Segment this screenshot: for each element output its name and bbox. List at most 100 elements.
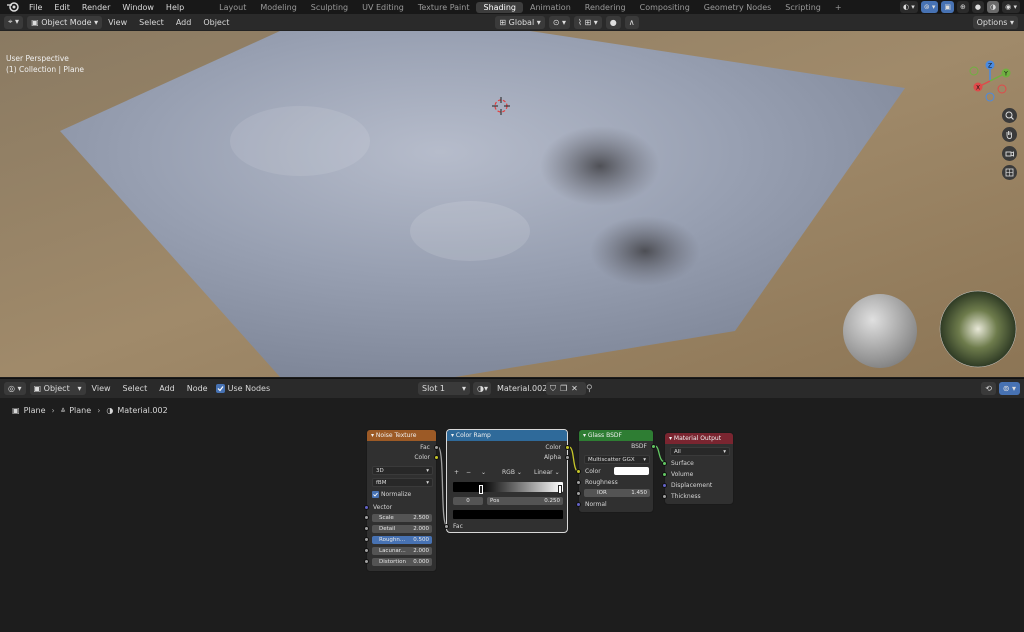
node-editor-canvas[interactable]: ▣ Plane › ⩓ Plane › ◑ Material.002 ▾ Noi… <box>0 398 1024 632</box>
stop-color-swatch[interactable] <box>453 510 563 519</box>
input-socket[interactable] <box>364 515 369 520</box>
input-socket[interactable] <box>662 461 667 466</box>
workspace-tab[interactable]: Geometry Nodes <box>697 2 778 13</box>
input-socket[interactable] <box>444 524 449 529</box>
blender-logo-icon[interactable] <box>6 1 20 13</box>
noise-field-scale[interactable]: Scale 2.500 <box>372 514 432 522</box>
mode-dropdown[interactable]: ▣ Object Mode ▾ <box>27 15 103 29</box>
select-menu[interactable]: Select <box>133 18 170 27</box>
xray-toggle[interactable]: ▣ <box>941 1 955 13</box>
unlink-material-icon[interactable]: ✕ <box>571 384 578 393</box>
perspective-grid-icon[interactable] <box>1002 165 1017 180</box>
distribution-dropdown[interactable]: Multiscatter GGX ▾ <box>584 455 650 464</box>
material-output-node[interactable]: ▾ Material Output All ▾ Surface Volume Di… <box>662 432 734 505</box>
node-header[interactable]: ▾ Glass BSDF <box>579 430 653 441</box>
workspace-tab[interactable]: Texture Paint <box>411 2 477 13</box>
color-mode-dropdown[interactable]: RGB ⌄ <box>502 469 522 476</box>
node-header[interactable]: ▾ Color Ramp <box>447 430 567 441</box>
falloff-dropdown[interactable]: ∧ <box>624 15 639 29</box>
input-socket[interactable] <box>576 491 581 496</box>
add-workspace-button[interactable]: + <box>828 2 849 13</box>
menu-help[interactable]: Help <box>160 3 190 12</box>
input-socket[interactable] <box>364 537 369 542</box>
fake-user-shield-icon[interactable]: ⛉ <box>550 384 556 394</box>
node-header[interactable]: ▾ Material Output <box>665 433 733 444</box>
input-socket[interactable] <box>364 559 369 564</box>
input-socket[interactable] <box>576 502 581 507</box>
node-view-menu[interactable]: View <box>86 384 117 393</box>
material-name-field[interactable]: Material.002 <box>493 382 547 395</box>
workspace-tab[interactable]: Scripting <box>778 2 828 13</box>
add-stop-button[interactable]: + <box>454 469 459 476</box>
menu-window[interactable]: Window <box>116 3 160 12</box>
stop-position-field[interactable]: Pos 0.250 <box>487 497 563 505</box>
navigation-gizmo[interactable]: Z Y X <box>968 59 1022 103</box>
output-socket[interactable] <box>434 445 439 450</box>
shading-solid[interactable]: ● <box>971 1 985 13</box>
ior-field[interactable]: IOR 1.450 <box>584 489 650 497</box>
input-socket[interactable] <box>662 494 667 499</box>
dimensions-dropdown[interactable]: 3D ▾ <box>372 466 433 475</box>
pan-hand-icon[interactable] <box>1002 127 1017 142</box>
color-ramp-gradient[interactable] <box>453 482 563 492</box>
output-socket[interactable] <box>434 455 439 460</box>
output-socket[interactable] <box>565 445 570 450</box>
use-nodes-toggle[interactable]: Use Nodes <box>215 384 270 393</box>
add-menu[interactable]: Add <box>170 18 198 27</box>
ramp-stop-black[interactable] <box>479 485 483 494</box>
ramp-stop-white[interactable] <box>558 485 562 494</box>
shading-material[interactable]: ◑ <box>987 1 1000 13</box>
input-socket[interactable] <box>576 480 581 485</box>
transform-orientation-dropdown[interactable]: ⊞ Global ▾ <box>495 15 545 29</box>
pin-icon[interactable]: ⚲ <box>586 384 593 394</box>
workspace-tab[interactable]: Modeling <box>253 2 303 13</box>
ramp-menu-chevron-icon[interactable]: ⌄ <box>481 469 486 476</box>
workspace-tab[interactable]: Compositing <box>633 2 697 13</box>
viewport-gizmo-toggle[interactable]: ◐ ▾ <box>899 1 918 13</box>
material-browse-icon[interactable]: ◑▾ <box>473 382 491 395</box>
stop-index-field[interactable]: 0 <box>453 497 483 505</box>
node-add-menu[interactable]: Add <box>153 384 181 393</box>
zoom-icon[interactable] <box>1002 108 1017 123</box>
output-socket[interactable] <box>651 444 656 449</box>
input-socket[interactable] <box>662 483 667 488</box>
input-socket[interactable] <box>364 505 369 510</box>
remove-stop-button[interactable]: − <box>466 469 471 476</box>
color-ramp-node[interactable]: ▾ Color Ramp Color Alpha + − ⌄ RGB ⌄ Lin… <box>444 429 570 533</box>
node-editor-type-button[interactable]: ◎ ▾ <box>4 382 26 395</box>
normalize-checkbox[interactable]: Normalize <box>372 491 411 498</box>
camera-view-icon[interactable] <box>1002 146 1017 161</box>
noise-field-roughn[interactable]: Roughn... 0.500 <box>372 536 432 544</box>
workspace-tab[interactable]: Rendering <box>578 2 633 13</box>
target-dropdown[interactable]: All ▾ <box>670 447 730 456</box>
glass-bsdf-node[interactable]: ▾ Glass BSDF BSDF Multiscatter GGX ▾ Colo… <box>576 429 656 513</box>
view-menu[interactable]: View <box>102 18 133 27</box>
glass-color-swatch[interactable] <box>614 467 649 475</box>
noise-field-distortion[interactable]: Distortion 0.000 <box>372 558 432 566</box>
options-button[interactable]: Options ▾ <box>972 15 1018 29</box>
3d-viewport[interactable]: User Perspective (1) Collection | Plane … <box>0 31 1024 377</box>
noise-field-detail[interactable]: Detail 2.000 <box>372 525 432 533</box>
noise-field-lacunar[interactable]: Lacunar... 2.000 <box>372 547 432 555</box>
editor-type-button[interactable]: ⌖ ▾ <box>4 15 24 29</box>
snap-toggle[interactable]: ⌇ ⊞ ▾ <box>574 15 602 29</box>
noise-texture-node[interactable]: ▾ Noise Texture Fac Color 3D ▾ fBM ▾ Norma… <box>364 429 439 572</box>
node-select-menu[interactable]: Select <box>117 384 154 393</box>
overlay-toggle[interactable]: ⊚ ▾ <box>920 1 939 13</box>
workspace-tab[interactable]: UV Editing <box>355 2 411 13</box>
node-node-menu[interactable]: Node <box>181 384 214 393</box>
node-gizmo-toggle[interactable]: ⊚ ▾ <box>998 382 1020 395</box>
workspace-tab[interactable]: Animation <box>523 2 578 13</box>
pivot-dropdown[interactable]: ⊙ ▾ <box>548 15 570 29</box>
input-socket[interactable] <box>364 526 369 531</box>
input-socket[interactable] <box>662 472 667 477</box>
menu-edit[interactable]: Edit <box>48 3 76 12</box>
node-header[interactable]: ▾ Noise Texture <box>367 430 436 441</box>
output-socket[interactable] <box>565 455 570 460</box>
node-overlay-toggle[interactable]: ⟲ <box>981 382 996 395</box>
menu-file[interactable]: File <box>23 3 48 12</box>
workspace-tab[interactable]: Layout <box>212 2 253 13</box>
input-socket[interactable] <box>576 469 581 474</box>
menu-render[interactable]: Render <box>76 3 116 12</box>
proportional-edit-toggle[interactable]: ● <box>605 15 621 29</box>
